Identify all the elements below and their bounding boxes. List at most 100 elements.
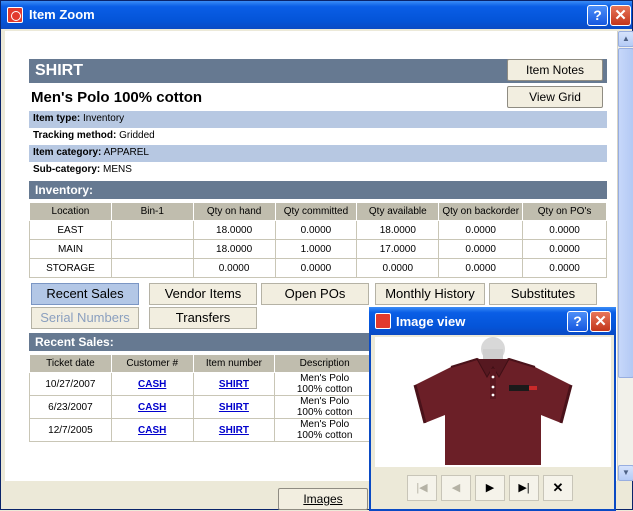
inventory-header: Inventory: xyxy=(29,181,607,199)
tab-transfers[interactable]: Transfers xyxy=(149,307,257,329)
close-image-button[interactable]: ✕ xyxy=(543,475,573,501)
cell: 0.0000 xyxy=(522,239,607,259)
tracking-method-row: Tracking method: Gridded xyxy=(29,128,607,145)
next-image-button[interactable]: ▶ xyxy=(475,475,505,501)
col-customer[interactable]: Customer # xyxy=(110,354,194,373)
cell: Men's Polo 100% cotton xyxy=(274,372,375,396)
cell: 0.0000 xyxy=(274,220,358,240)
col-qty-on-hand[interactable]: Qty on hand xyxy=(192,202,276,221)
col-qty-backorder[interactable]: Qty on backorder xyxy=(438,202,524,221)
inventory-title: Inventory: xyxy=(35,183,94,197)
col-ticket-date[interactable]: Ticket date xyxy=(29,354,112,373)
help-icon: ? xyxy=(593,7,602,23)
prev-icon: ◀ xyxy=(451,482,461,494)
cell: EAST xyxy=(29,220,112,240)
scroll-down-button[interactable]: ▼ xyxy=(618,465,633,481)
tab-open-pos[interactable]: Open POs xyxy=(261,283,369,305)
cell: Men's Polo 100% cotton xyxy=(274,395,375,419)
cell: 12/7/2005 xyxy=(29,418,112,442)
col-qty-committed[interactable]: Qty committed xyxy=(274,202,358,221)
tracking-method-value: Gridded xyxy=(119,130,155,141)
cell: 0.0000 xyxy=(438,239,524,259)
chevron-up-icon: ▲ xyxy=(622,34,630,43)
item-type-label: Item type: xyxy=(33,113,81,124)
table-row[interactable]: 10/27/2007 CASH SHIRT Men's Polo 100% co… xyxy=(29,372,375,396)
recent-sales-table: Ticket date Customer # Item number Descr… xyxy=(29,354,375,442)
cell: 1.0000 xyxy=(274,239,358,259)
customer-link[interactable]: CASH xyxy=(138,402,166,413)
close-icon: ✕ xyxy=(594,313,607,330)
scroll-thumb[interactable] xyxy=(618,48,633,378)
image-view-close-button[interactable]: ✕ xyxy=(590,311,611,332)
scroll-up-button[interactable]: ▲ xyxy=(618,31,633,47)
col-qty-available[interactable]: Qty available xyxy=(356,202,440,221)
item-number-link[interactable]: SHIRT xyxy=(219,425,249,436)
item-category-value: APPAREL xyxy=(103,147,149,158)
item-notes-button[interactable]: Item Notes xyxy=(507,59,603,81)
item-number-link[interactable]: SHIRT xyxy=(219,402,249,413)
product-photo xyxy=(375,337,611,467)
window-title: Item Zoom xyxy=(29,7,95,22)
item-category-label: Item category: xyxy=(33,147,102,158)
last-image-button[interactable]: ▶| xyxy=(509,475,539,501)
sub-category-row: Sub-category: MENS xyxy=(29,162,607,179)
col-bin[interactable]: Bin-1 xyxy=(110,202,194,221)
close-button[interactable]: ✕ xyxy=(610,5,631,26)
cell: CASH xyxy=(110,395,194,419)
image-view-help-button[interactable]: ? xyxy=(567,311,588,332)
cell: 0.0000 xyxy=(522,220,607,240)
table-row[interactable]: 6/23/2007 CASH SHIRT Men's Polo 100% cot… xyxy=(29,395,375,419)
col-qty-on-po[interactable]: Qty on PO's xyxy=(522,202,607,221)
view-grid-button[interactable]: View Grid xyxy=(507,86,603,108)
images-button-label: Images xyxy=(303,492,343,506)
cell: 17.0000 xyxy=(356,239,440,259)
customer-link[interactable]: CASH xyxy=(138,425,166,436)
tab-recent-sales[interactable]: Recent Sales xyxy=(31,283,139,305)
item-number-link[interactable]: SHIRT xyxy=(219,379,249,390)
vertical-scrollbar[interactable]: ▲ ▼ xyxy=(617,31,633,481)
item-zoom-window: Item Zoom ? ✕ SHIRT Item Notes View Grid… xyxy=(0,0,633,511)
cell: 0.0000 xyxy=(522,258,607,278)
recent-sales-header-row: Ticket date Customer # Item number Descr… xyxy=(29,354,375,373)
help-icon: ? xyxy=(573,313,582,329)
table-row[interactable]: EAST 18.0000 0.0000 18.0000 0.0000 0.000… xyxy=(29,220,607,240)
recent-sales-title: Recent Sales: xyxy=(35,335,114,349)
image-view-title: Image view xyxy=(396,314,466,329)
col-description[interactable]: Description xyxy=(274,354,375,373)
table-row[interactable]: STORAGE 0.0000 0.0000 0.0000 0.0000 0.00… xyxy=(29,258,607,278)
next-icon: ▶ xyxy=(485,482,495,494)
cell: STORAGE xyxy=(29,258,112,278)
cell: Men's Polo 100% cotton xyxy=(274,418,375,442)
images-button[interactable]: Images xyxy=(278,488,368,510)
cell: 18.0000 xyxy=(192,220,276,240)
title-bar[interactable]: Item Zoom ? ✕ xyxy=(1,1,632,29)
image-view-window: Image view ? ✕ |◀ ◀ ▶ ▶| ✕ xyxy=(369,307,616,511)
item-code: SHIRT xyxy=(35,62,83,79)
inventory-header-row: Location Bin-1 Qty on hand Qty committed… xyxy=(29,202,607,221)
cell: 6/23/2007 xyxy=(29,395,112,419)
cell xyxy=(110,239,194,259)
sub-category-label: Sub-category: xyxy=(33,164,101,175)
cell: 0.0000 xyxy=(356,258,440,278)
inventory-table: Location Bin-1 Qty on hand Qty committed… xyxy=(29,202,607,278)
polo-shirt-image xyxy=(413,337,573,465)
cell: SHIRT xyxy=(192,418,276,442)
item-category-row: Item category: APPAREL xyxy=(29,145,607,162)
prev-image-button: ◀ xyxy=(441,475,471,501)
tab-substitutes[interactable]: Substitutes xyxy=(489,283,597,305)
help-button[interactable]: ? xyxy=(587,5,608,26)
item-description: Men's Polo 100% cotton xyxy=(31,89,203,106)
first-image-button: |◀ xyxy=(407,475,437,501)
cell: MAIN xyxy=(29,239,112,259)
chevron-down-icon: ▼ xyxy=(622,468,630,477)
col-location[interactable]: Location xyxy=(29,202,112,221)
cell: 10/27/2007 xyxy=(29,372,112,396)
tab-monthly-history[interactable]: Monthly History xyxy=(375,283,485,305)
table-row[interactable]: 12/7/2005 CASH SHIRT Men's Polo 100% cot… xyxy=(29,418,375,442)
table-row[interactable]: MAIN 18.0000 1.0000 17.0000 0.0000 0.000… xyxy=(29,239,607,259)
customer-link[interactable]: CASH xyxy=(138,379,166,390)
col-item-number[interactable]: Item number xyxy=(192,354,276,373)
image-view-title-bar[interactable]: Image view ? ✕ xyxy=(369,307,616,335)
app-icon xyxy=(7,7,23,23)
tab-vendor-items[interactable]: Vendor Items xyxy=(149,283,257,305)
